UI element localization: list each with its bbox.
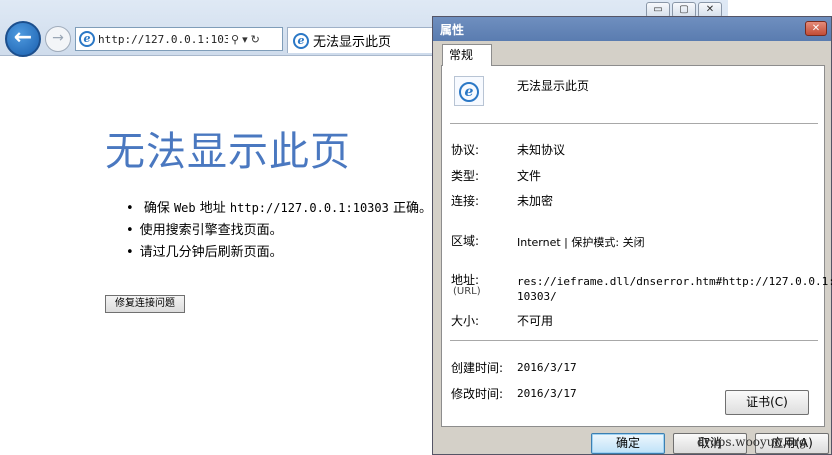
zone-label: 区域: xyxy=(451,234,480,248)
tip-item: 使用搜索引擎查找页面。 xyxy=(126,220,432,242)
divider xyxy=(450,123,818,124)
tip-web: Web xyxy=(173,201,196,215)
ie-logo-icon: e xyxy=(459,82,479,102)
zone-value: Internet | 保护模式: 关闭 xyxy=(517,236,645,249)
search-icon[interactable]: ⚲ xyxy=(231,33,239,46)
protocol-label: 协议: xyxy=(451,143,480,157)
address-bar[interactable]: e http://127.0.0.1:10303 ⚲ ▾ ↻ xyxy=(75,27,283,51)
tip-item: 确保 Web 地址 http://127.0.0.1:10303 正确。 xyxy=(126,197,432,220)
tip-text: 确保 xyxy=(143,201,174,216)
fix-connection-button[interactable]: 修复连接问题 xyxy=(105,295,185,313)
ie-tab-icon: e xyxy=(293,32,309,49)
page-title: 无法显示此页 xyxy=(105,129,351,175)
tab-general[interactable]: 常规 xyxy=(442,44,492,66)
address-value-line2: 10303/ xyxy=(517,290,557,303)
type-value: 文件 xyxy=(517,169,542,183)
browser-tab[interactable]: e 无法显示此页 xyxy=(287,27,437,53)
tip-item: 请过几分钟后刷新页面。 xyxy=(126,242,432,264)
protocol-value: 未知协议 xyxy=(517,143,566,157)
certificate-button[interactable]: 证书(C) xyxy=(725,390,809,415)
properties-dialog: 属性 ✕ 常规 e 无法显示此页 协议: 未知协议 类型: 文件 连接: 未加密… xyxy=(432,16,832,455)
tip-text: 正确。 xyxy=(388,201,432,216)
type-label: 类型: xyxy=(451,169,480,183)
forward-button[interactable]: → xyxy=(45,26,71,52)
ie-file-icon: e xyxy=(454,76,484,106)
general-panel: e 无法显示此页 协议: 未知协议 类型: 文件 连接: 未加密 区域: Int… xyxy=(441,65,832,427)
created-label: 创建时间: xyxy=(451,361,504,375)
address-value-line1: res://ieframe.dll/dnserror.htm#http://12… xyxy=(517,275,832,288)
dialog-titlebar: 属性 ✕ xyxy=(433,17,831,41)
size-value: 不可用 xyxy=(517,314,554,328)
ok-button[interactable]: 确定 xyxy=(591,433,665,454)
file-name: 无法显示此页 xyxy=(517,79,590,93)
dropdown-icon[interactable]: ▾ xyxy=(242,33,248,46)
address-sublabel: (URL) xyxy=(453,286,481,297)
modified-label: 修改时间: xyxy=(451,387,504,401)
tip-url: http://127.0.0.1:10303 xyxy=(229,201,389,215)
size-label: 大小: xyxy=(451,314,480,328)
dialog-title: 属性 xyxy=(440,23,465,37)
back-button[interactable]: ← xyxy=(5,21,41,57)
refresh-icon[interactable]: ↻ xyxy=(251,33,260,46)
tip-text: 地址 xyxy=(195,201,230,216)
address-url[interactable]: http://127.0.0.1:10303 xyxy=(98,33,228,46)
divider xyxy=(450,340,818,341)
watermark: drops.wooyun.org xyxy=(697,435,807,449)
connection-value: 未加密 xyxy=(517,194,554,208)
created-value: 2016/3/17 xyxy=(517,361,577,374)
dialog-close-button[interactable]: ✕ xyxy=(805,21,827,36)
modified-value: 2016/3/17 xyxy=(517,387,577,400)
ie-page-icon: e xyxy=(79,31,95,47)
tab-title: 无法显示此页 xyxy=(313,35,392,50)
connection-label: 连接: xyxy=(451,194,480,208)
tips-list: 确保 Web 地址 http://127.0.0.1:10303 正确。 使用搜… xyxy=(126,197,432,264)
